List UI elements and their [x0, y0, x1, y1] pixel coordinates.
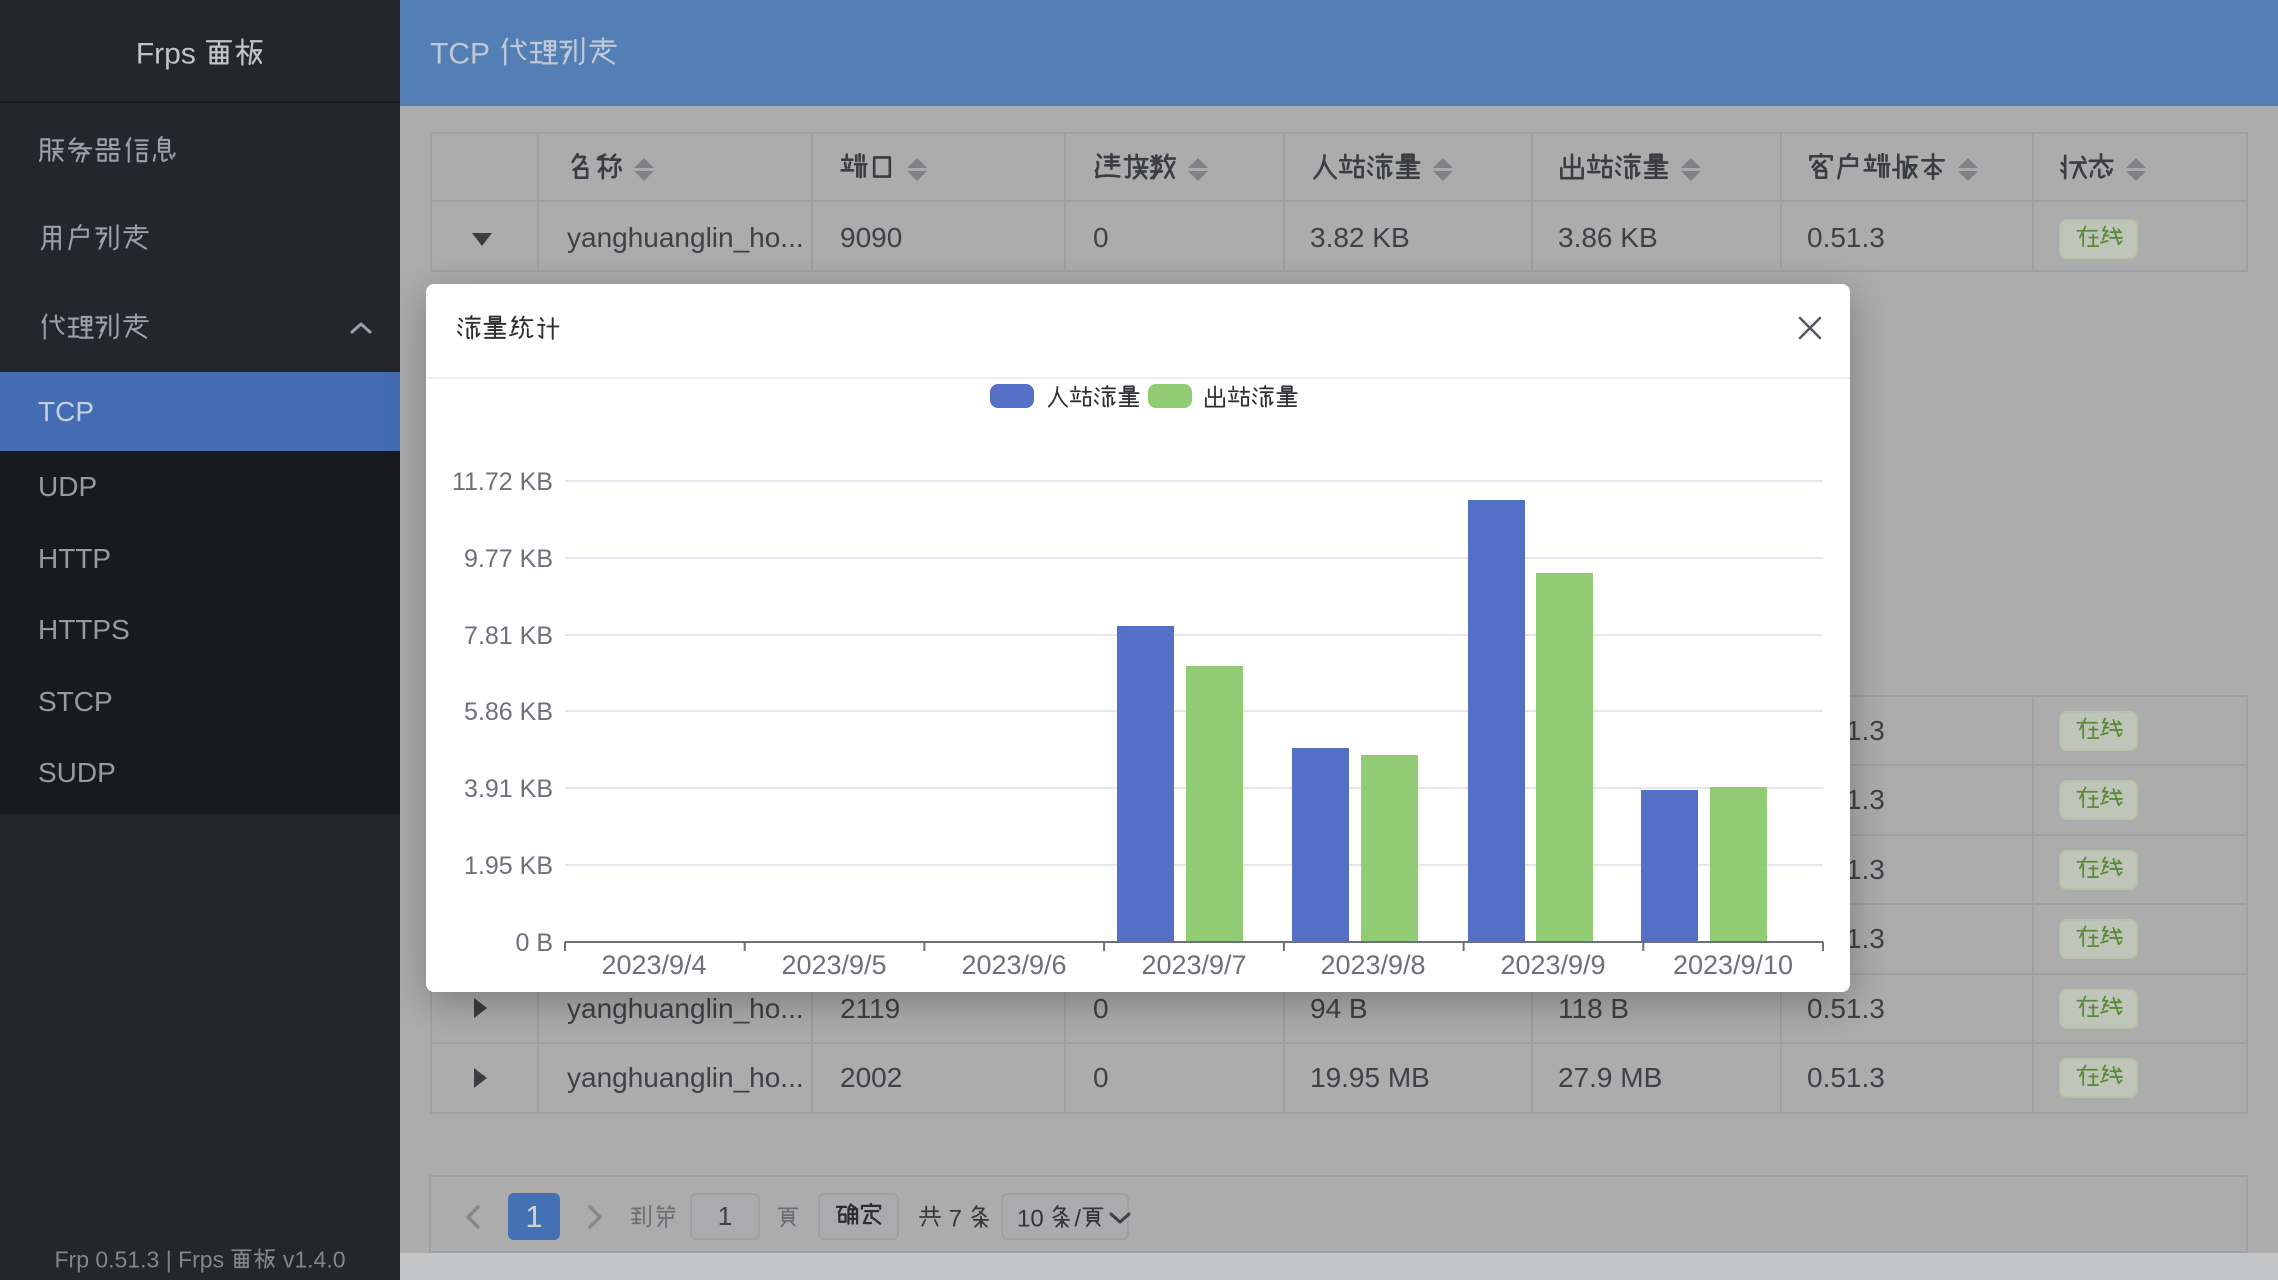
svg-text:2023/9/9: 2023/9/9	[1500, 950, 1605, 980]
svg-text:7.81 KB: 7.81 KB	[464, 622, 553, 650]
svg-text:2023/9/6: 2023/9/6	[961, 950, 1066, 980]
svg-text:3.91 KB: 3.91 KB	[464, 775, 553, 803]
svg-text:2023/9/5: 2023/9/5	[781, 950, 886, 980]
svg-text:9.77 KB: 9.77 KB	[464, 545, 553, 573]
svg-text:2023/9/4: 2023/9/4	[601, 950, 706, 980]
svg-text:11.72 KB: 11.72 KB	[452, 468, 553, 496]
svg-text:2023/9/8: 2023/9/8	[1320, 950, 1425, 980]
svg-text:2023/9/10: 2023/9/10	[1673, 950, 1793, 980]
svg-text:1.95 KB: 1.95 KB	[464, 852, 553, 880]
svg-text:2023/9/7: 2023/9/7	[1141, 950, 1246, 980]
svg-text:0 B: 0 B	[515, 929, 553, 957]
svg-text:5.86 KB: 5.86 KB	[464, 698, 553, 726]
